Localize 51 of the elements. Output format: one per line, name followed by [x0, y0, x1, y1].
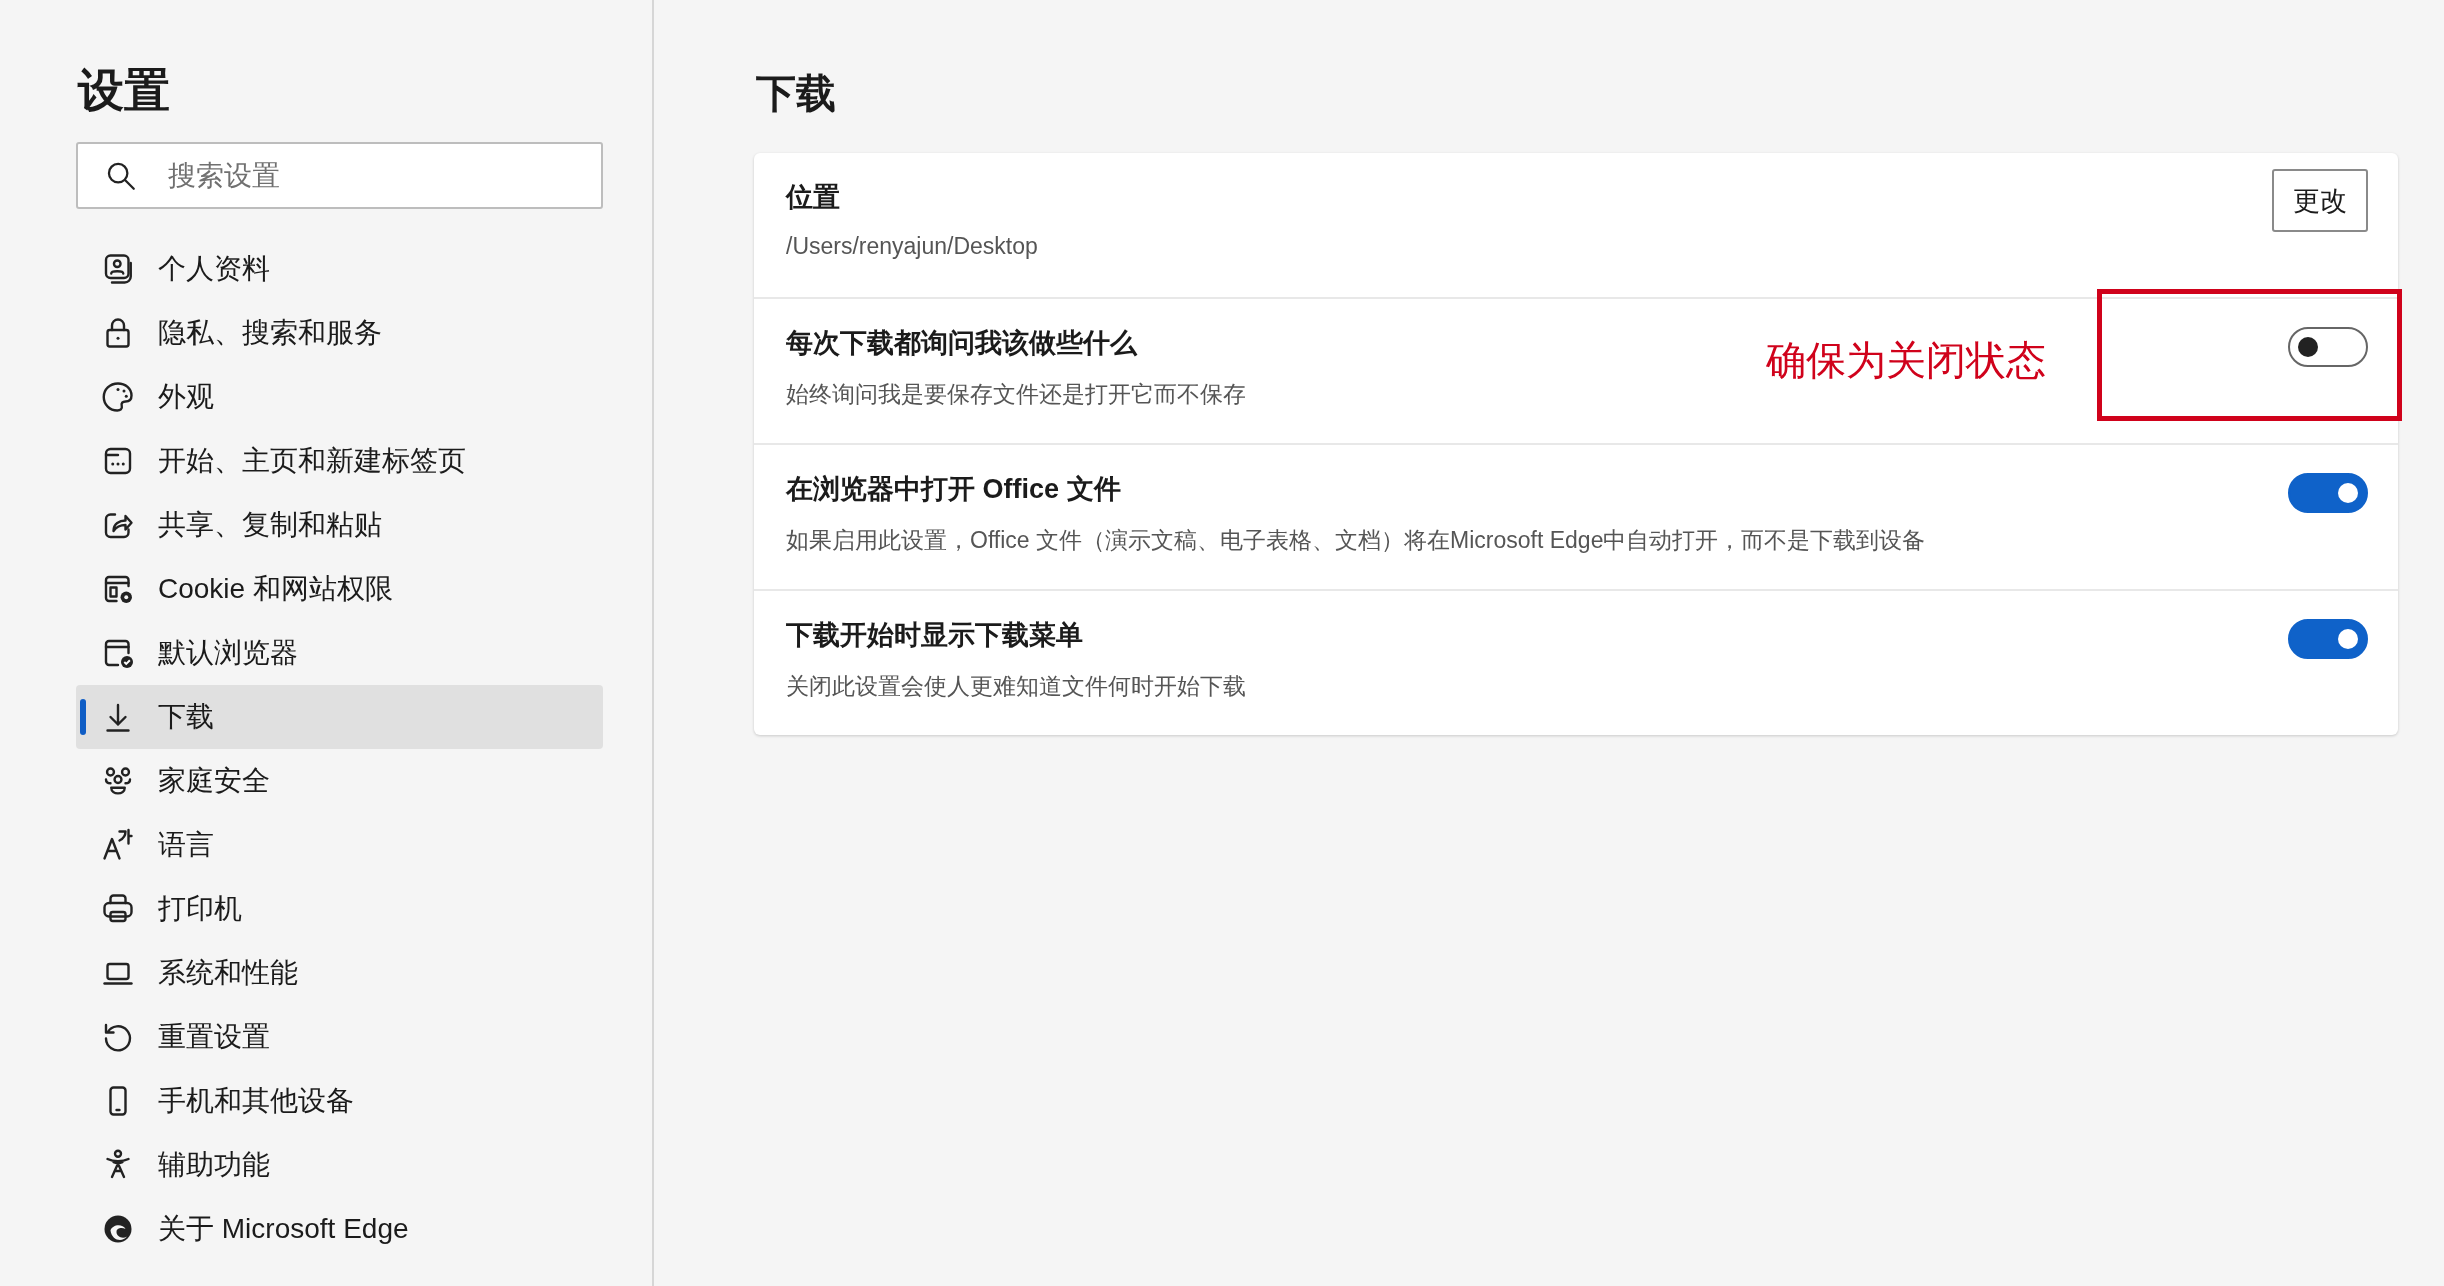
sidebar-item-label: 手机和其他设备 [158, 1084, 354, 1118]
sidebar-item[interactable]: 隐私、搜索和服务 [76, 301, 603, 365]
sidebar-item[interactable]: Cookie 和网站权限 [76, 557, 603, 621]
sidebar-item[interactable]: 外观 [76, 365, 603, 429]
sidebar-item[interactable]: 下载 [76, 685, 603, 749]
sidebar-item-label: 下载 [158, 700, 214, 734]
sidebar-item-label: 开始、主页和新建标签页 [158, 444, 466, 478]
sidebar-item[interactable]: 共享、复制和粘贴 [76, 493, 603, 557]
palette-icon [100, 379, 136, 415]
sidebar-item-label: 家庭安全 [158, 764, 270, 798]
setting-title: 在浏览器中打开 Office 文件 [786, 473, 1121, 506]
sidebar-item[interactable]: 关于 Microsoft Edge [76, 1197, 603, 1261]
sidebar-item[interactable]: 重置设置 [76, 1005, 603, 1069]
sidebar-item-label: 打印机 [158, 892, 242, 926]
sidebar-item-label: 共享、复制和粘贴 [158, 508, 382, 542]
sidebar-item-label: 系统和性能 [158, 956, 298, 990]
sidebar-item-label: 重置设置 [158, 1020, 270, 1054]
sidebar-item[interactable]: 语言 [76, 813, 603, 877]
sidebar-item[interactable]: 家庭安全 [76, 749, 603, 813]
sidebar-item-label: 个人资料 [158, 252, 270, 286]
toggle-switch[interactable] [2288, 619, 2368, 659]
sidebar-item-label: 默认浏览器 [158, 636, 298, 670]
change-button[interactable]: 更改 [2272, 169, 2368, 232]
setting-description: /Users/renyajun/Desktop [786, 233, 1038, 260]
sidebar-item-label: 关于 Microsoft Edge [158, 1212, 409, 1246]
setting-title: 每次下载都询问我该做些什么 [786, 327, 1137, 360]
sidebar-item[interactable]: 默认浏览器 [76, 621, 603, 685]
sidebar-item-label: 语言 [158, 828, 214, 862]
sidebar-item[interactable]: 系统和性能 [76, 941, 603, 1005]
sidebar-item[interactable]: 个人资料 [76, 237, 603, 301]
search-field[interactable]: 搜索设置 [76, 142, 603, 209]
toggle-switch[interactable] [2288, 327, 2368, 367]
settings-title: 设置 [78, 63, 171, 118]
sidebar-item[interactable]: 辅助功能 [76, 1133, 603, 1197]
toggle-switch[interactable] [2288, 473, 2368, 513]
sidebar-item[interactable]: 打印机 [76, 877, 603, 941]
sidebar-item-label: 隐私、搜索和服务 [158, 316, 382, 350]
sidebar-item-label: 外观 [158, 380, 214, 414]
language-icon [100, 827, 136, 863]
setting-title: 位置 [786, 181, 840, 214]
selection-indicator [80, 699, 86, 735]
page-title: 下载 [756, 70, 837, 117]
setting-title: 下载开始时显示下载菜单 [786, 619, 1083, 652]
setting-description: 始终询问我是要保存文件还是打开它而不保存 [786, 380, 1246, 409]
sidebar-item-label: Cookie 和网站权限 [158, 572, 393, 606]
annotation-text: 确保为关闭状态 [1766, 337, 2046, 384]
sidebar-item[interactable]: 开始、主页和新建标签页 [76, 429, 603, 493]
setting-description: 关闭此设置会使人更难知道文件何时开始下载 [786, 672, 1246, 701]
setting-description: 如果启用此设置，Office 文件（演示文稿、电子表格、文档）将在Microsoft Edge中自动打开，而不是下载到设备 [786, 526, 1926, 555]
sidebar-item[interactable]: 手机和其他设备 [76, 1069, 603, 1133]
sidebar-item-label: 辅助功能 [158, 1148, 270, 1182]
